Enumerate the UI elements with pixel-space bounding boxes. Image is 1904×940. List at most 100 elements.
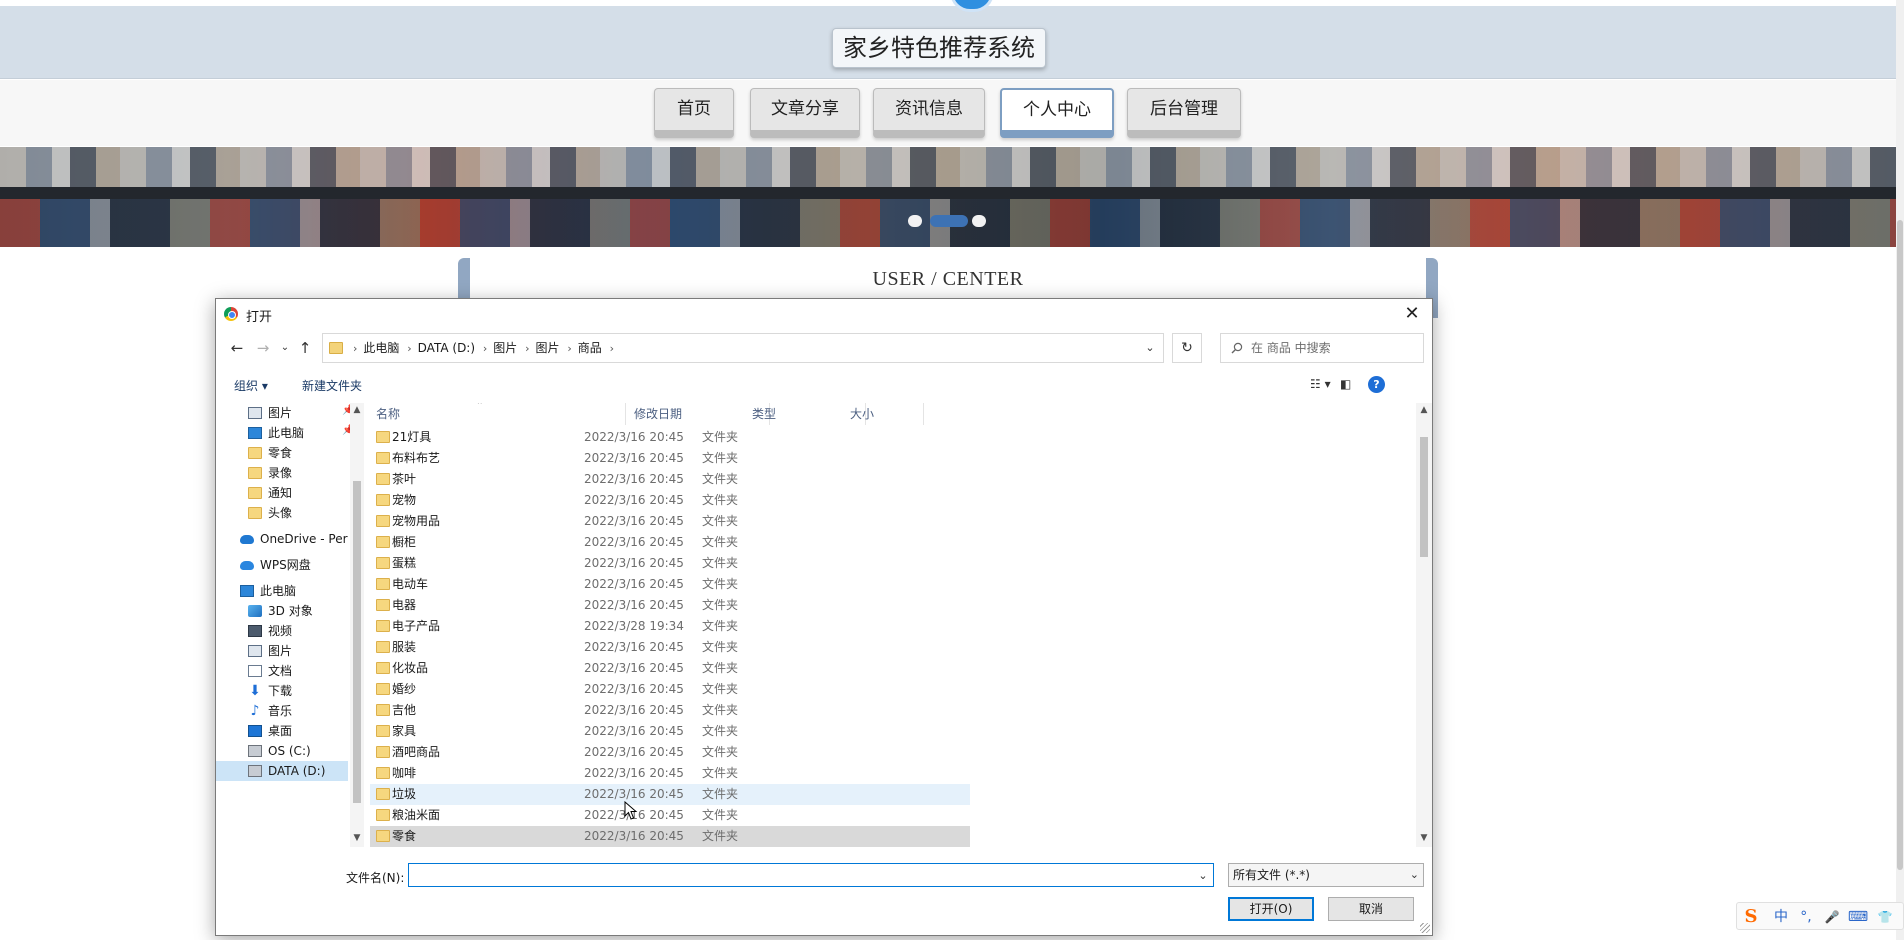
search-input[interactable]: [1251, 334, 1421, 362]
breadcrumb-separator: ›: [609, 342, 615, 355]
download-icon: ⬇: [249, 683, 261, 699]
tree-item-drive-d[interactable]: DATA (D:): [216, 761, 348, 781]
file-row[interactable]: 零食 2022/3/16 20:45 文件夹: [370, 826, 970, 847]
filename-dropdown-icon[interactable]: ⌄: [1194, 867, 1212, 885]
help-icon[interactable]: ?: [1368, 376, 1385, 393]
ime-keyboard-icon[interactable]: ⌨: [1847, 907, 1869, 927]
file-row[interactable]: 家具 2022/3/16 20:45 文件夹: [370, 721, 970, 742]
tree-item-3d-objects[interactable]: 3D 对象: [248, 601, 348, 621]
column-header-size[interactable]: 大小: [844, 403, 924, 425]
file-row[interactable]: 婚纱 2022/3/16 20:45 文件夹: [370, 679, 970, 700]
ime-skin-icon[interactable]: 👕: [1873, 907, 1897, 927]
page-scroll-thumb[interactable]: [1897, 220, 1903, 870]
wps-cloud-icon: [240, 561, 254, 570]
breadcrumb-item[interactable]: DATA (D:): [418, 341, 475, 355]
file-row[interactable]: 服装 2022/3/16 20:45 文件夹: [370, 637, 970, 658]
file-row[interactable]: 电动车 2022/3/16 20:45 文件夹: [370, 574, 970, 595]
close-icon[interactable]: ✕: [1392, 299, 1432, 329]
file-type: 文件夹: [702, 640, 739, 654]
file-row[interactable]: 咖啡 2022/3/16 20:45 文件夹: [370, 763, 970, 784]
carousel-dot-1[interactable]: [908, 215, 922, 227]
folder-icon: [376, 725, 390, 737]
file-modified-date: 2022/3/16 20:45: [584, 682, 684, 696]
tree-item-this-pc-pinned[interactable]: 此电脑: [248, 423, 348, 443]
cancel-button[interactable]: 取消: [1328, 897, 1414, 921]
nav-pane-scroll-thumb[interactable]: [353, 481, 361, 803]
scroll-down-icon[interactable]: ▼: [1417, 831, 1431, 845]
nav-admin[interactable]: 后台管理: [1127, 88, 1241, 138]
breadcrumb-item[interactable]: 此电脑: [363, 341, 399, 355]
file-row[interactable]: 酒吧商品 2022/3/16 20:45 文件夹: [370, 742, 970, 763]
breadcrumb-item[interactable]: 图片: [493, 341, 517, 355]
file-row[interactable]: 布料布艺 2022/3/16 20:45 文件夹: [370, 448, 970, 469]
address-row: ← → ⌄ ↑ › 此电脑 › DATA (D:) › 图片 › 图片 › 商品 › ⌄ …: [216, 333, 1432, 363]
nav-user-center[interactable]: 个人中心: [1000, 88, 1114, 138]
tree-item-pictures[interactable]: 图片: [248, 641, 348, 661]
tree-item-wps-cloud[interactable]: WPS网盘: [240, 555, 348, 575]
ime-mode-chinese[interactable]: 中: [1771, 907, 1791, 927]
refresh-icon[interactable]: ↻: [1172, 333, 1202, 363]
preview-pane-icon[interactable]: ◧: [1340, 377, 1351, 393]
file-row[interactable]: 电器 2022/3/16 20:45 文件夹: [370, 595, 970, 616]
file-row[interactable]: 吉他 2022/3/16 20:45 文件夹: [370, 700, 970, 721]
file-row[interactable]: 21灯具 2022/3/16 20:45 文件夹: [370, 427, 970, 448]
up-arrow-icon[interactable]: ↑: [294, 337, 316, 359]
filename-input[interactable]: [408, 863, 1214, 887]
tree-item-music[interactable]: ♪ 音乐: [248, 701, 348, 721]
tree-item-documents[interactable]: 文档: [248, 661, 348, 681]
folder-icon: [248, 507, 262, 519]
file-row[interactable]: 茶叶 2022/3/16 20:45 文件夹: [370, 469, 970, 490]
search-box[interactable]: [1220, 333, 1424, 363]
nav-articles[interactable]: 文章分享: [750, 88, 860, 138]
ime-punctuation-icon[interactable]: °,: [1795, 907, 1817, 927]
new-folder-button[interactable]: 新建文件夹: [302, 377, 362, 395]
back-arrow-icon[interactable]: ←: [226, 337, 248, 359]
tree-item-this-pc[interactable]: 此电脑: [240, 581, 348, 601]
resize-grip-icon[interactable]: [1420, 923, 1430, 933]
file-row[interactable]: 宠物用品 2022/3/16 20:45 文件夹: [370, 511, 970, 532]
carousel-dot-2[interactable]: [930, 215, 968, 227]
file-row[interactable]: 化妆品 2022/3/16 20:45 文件夹: [370, 658, 970, 679]
tree-item-onedrive[interactable]: OneDrive - Pers: [240, 529, 348, 549]
file-row[interactable]: 橱柜 2022/3/16 20:45 文件夹: [370, 532, 970, 553]
forward-arrow-icon[interactable]: →: [252, 337, 274, 359]
nav-news[interactable]: 资讯信息: [873, 88, 985, 138]
organize-button[interactable]: 组织 ▾: [234, 377, 268, 395]
file-row[interactable]: 粮油米面 2022/3/16 20:45 文件夹: [370, 805, 970, 826]
tree-item-drive-c[interactable]: OS (C:): [248, 741, 348, 761]
sogou-logo-icon[interactable]: S: [1739, 905, 1763, 929]
page-scrollbar[interactable]: [1896, 0, 1904, 940]
view-options-icon[interactable]: ☷ ▾: [1310, 377, 1331, 393]
scroll-up-icon[interactable]: ▲: [350, 403, 364, 417]
file-list-scroll-thumb[interactable]: [1420, 437, 1428, 557]
tree-item-pictures-pinned[interactable]: 图片: [248, 403, 348, 423]
ime-microphone-icon[interactable]: 🎤: [1821, 907, 1843, 927]
breadcrumb-item[interactable]: 图片: [536, 341, 560, 355]
file-row[interactable]: 蛋糕 2022/3/16 20:45 文件夹: [370, 553, 970, 574]
file-type-select[interactable]: 所有文件 (*.*) ⌄: [1228, 863, 1424, 887]
scroll-up-icon[interactable]: ▲: [1417, 403, 1431, 417]
tree-item-videos[interactable]: 视频: [248, 621, 348, 641]
column-header-name[interactable]: 名称 ⌃: [370, 403, 626, 425]
carousel-dot-3[interactable]: [972, 215, 986, 227]
scroll-down-icon[interactable]: ▼: [350, 831, 364, 845]
nav-pane-scrollbar[interactable]: ▲ ▼: [350, 403, 364, 847]
tree-item-notices[interactable]: 通知: [248, 483, 348, 503]
address-bar[interactable]: › 此电脑 › DATA (D:) › 图片 › 图片 › 商品 › ⌄: [322, 333, 1164, 363]
file-row[interactable]: 宠物 2022/3/16 20:45 文件夹: [370, 490, 970, 511]
tree-item-avatars[interactable]: 头像: [248, 503, 348, 523]
open-button[interactable]: 打开(O): [1228, 897, 1314, 921]
tree-item-downloads[interactable]: ⬇ 下载: [248, 681, 348, 701]
tree-item-recordings[interactable]: 录像: [248, 463, 348, 483]
file-row[interactable]: 垃圾 2022/3/16 20:45 文件夹: [370, 784, 970, 805]
tree-item-desktop[interactable]: 桌面: [248, 721, 348, 741]
folder-icon: [376, 788, 390, 800]
file-row[interactable]: 电子产品 2022/3/28 19:34 文件夹: [370, 616, 970, 637]
nav-home[interactable]: 首页: [654, 88, 734, 138]
file-list-scrollbar[interactable]: ▲ ▼: [1416, 403, 1432, 847]
dialog-titlebar[interactable]: 打开 ✕: [216, 299, 1432, 329]
breadcrumb-item[interactable]: 商品: [578, 341, 602, 355]
address-dropdown-icon[interactable]: ⌄: [1137, 334, 1163, 362]
recent-chevron-icon[interactable]: ⌄: [274, 337, 296, 359]
tree-item-snacks[interactable]: 零食: [248, 443, 348, 463]
